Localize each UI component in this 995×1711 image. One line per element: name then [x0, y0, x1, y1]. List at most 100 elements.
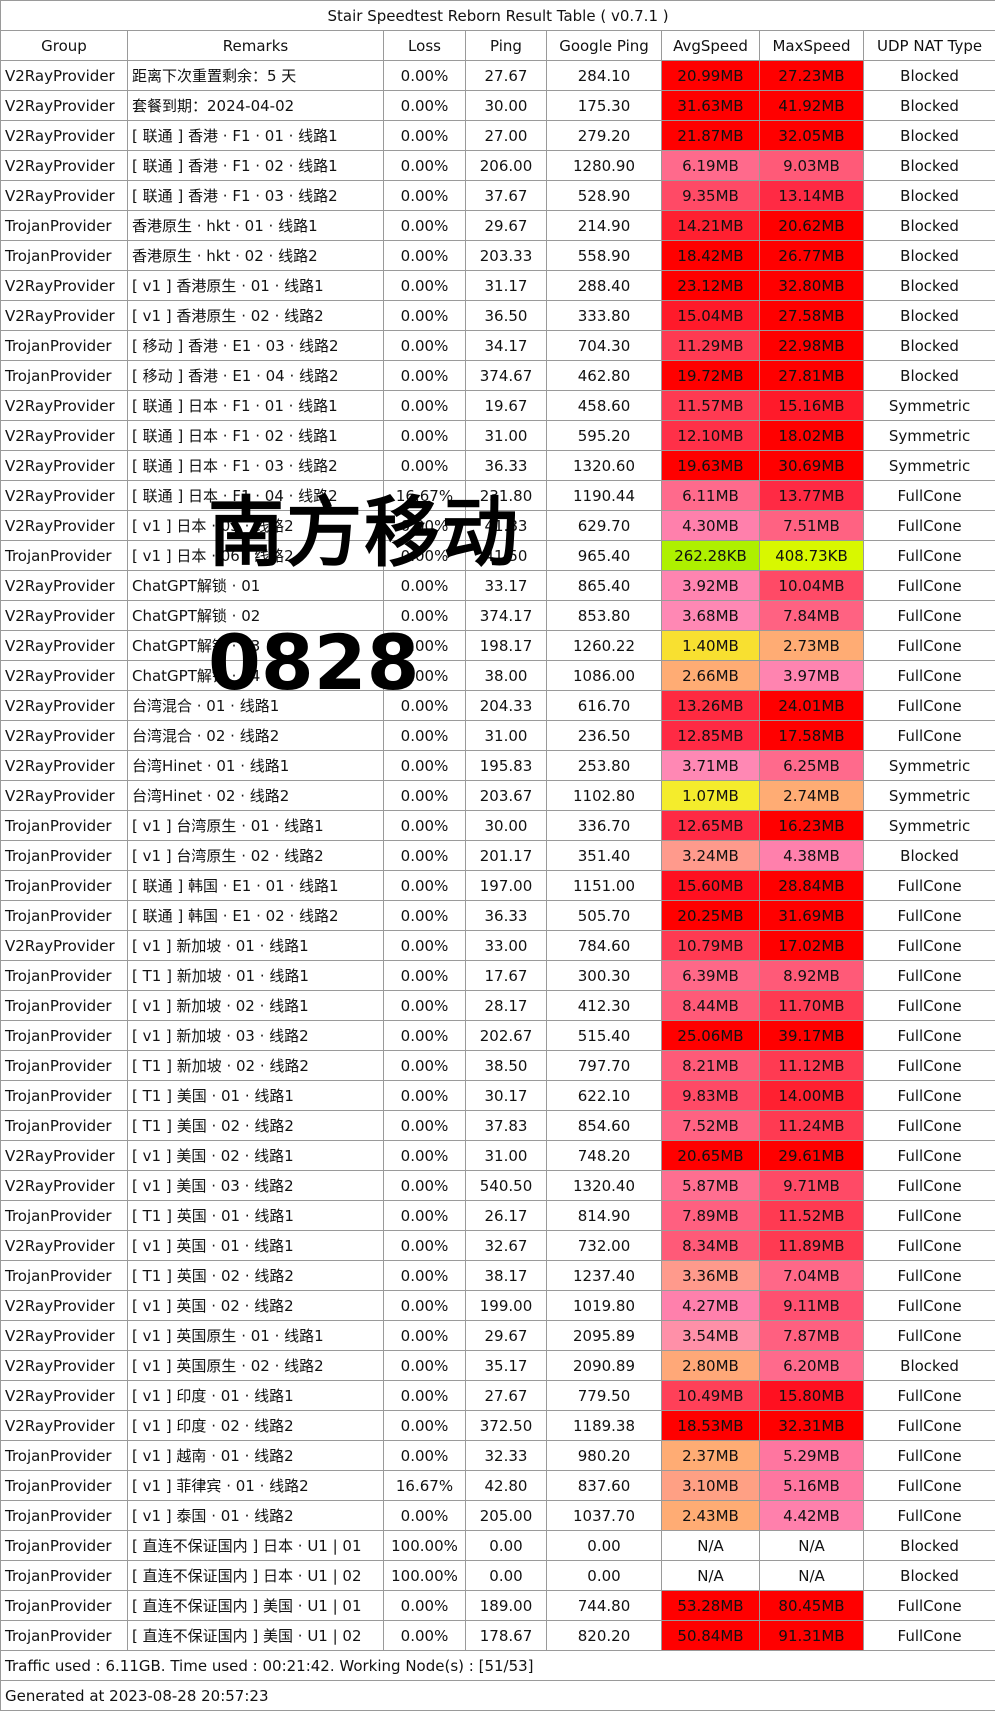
cell-google-ping: 814.90 — [547, 1201, 662, 1231]
cell-google-ping: 412.30 — [547, 991, 662, 1021]
cell-group: V2RayProvider — [1, 391, 128, 421]
cell-max-speed: 13.77MB — [760, 481, 864, 511]
cell-google-ping: 1237.40 — [547, 1261, 662, 1291]
cell-udp-nat: FullCone — [864, 1021, 995, 1051]
cell-max-speed: 18.02MB — [760, 421, 864, 451]
cell-loss: 0.00% — [384, 511, 466, 541]
cell-loss: 0.00% — [384, 691, 466, 721]
cell-group: TrojanProvider — [1, 541, 128, 571]
cell-remarks: [ 直连不保证国内 ] 日本 · U1 | 01 — [128, 1531, 384, 1561]
cell-udp-nat: Blocked — [864, 1531, 995, 1561]
cell-google-ping: 1190.44 — [547, 481, 662, 511]
cell-max-speed: 20.62MB — [760, 211, 864, 241]
cell-loss: 0.00% — [384, 661, 466, 691]
cell-ping: 231.80 — [466, 481, 547, 511]
table-row: V2RayProvider[ v1 ] 英国 · 01 · 线路10.00%32… — [1, 1231, 995, 1261]
cell-avg-speed: 31.63MB — [662, 91, 760, 121]
cell-udp-nat: FullCone — [864, 511, 995, 541]
cell-avg-speed: 5.87MB — [662, 1171, 760, 1201]
cell-ping: 32.33 — [466, 1441, 547, 1471]
table-row: TrojanProvider[ 移动 ] 香港 · E1 · 04 · 线路20… — [1, 361, 995, 391]
cell-group: TrojanProvider — [1, 1051, 128, 1081]
cell-google-ping: 1086.00 — [547, 661, 662, 691]
cell-group: V2RayProvider — [1, 751, 128, 781]
cell-remarks: ChatGPT解锁 · 02 — [128, 601, 384, 631]
cell-ping: 38.17 — [466, 1261, 547, 1291]
cell-udp-nat: Blocked — [864, 1351, 995, 1381]
column-header-udp-nat: UDP NAT Type — [864, 31, 995, 61]
table-row: V2RayProvider[ v1 ] 印度 · 02 · 线路20.00%37… — [1, 1411, 995, 1441]
table-row: V2RayProviderChatGPT解锁 · 020.00%374.1785… — [1, 601, 995, 631]
cell-remarks: [ v1 ] 香港原生 · 02 · 线路2 — [128, 301, 384, 331]
cell-max-speed: 30.69MB — [760, 451, 864, 481]
cell-loss: 0.00% — [384, 331, 466, 361]
cell-udp-nat: FullCone — [864, 1111, 995, 1141]
cell-ping: 33.00 — [466, 931, 547, 961]
cell-loss: 100.00% — [384, 1561, 466, 1591]
cell-avg-speed: 3.24MB — [662, 841, 760, 871]
table-row: TrojanProvider[ 移动 ] 香港 · E1 · 03 · 线路20… — [1, 331, 995, 361]
cell-loss: 0.00% — [384, 1141, 466, 1171]
cell-max-speed: 6.20MB — [760, 1351, 864, 1381]
cell-max-speed: 10.04MB — [760, 571, 864, 601]
cell-udp-nat: FullCone — [864, 1201, 995, 1231]
cell-max-speed: 7.87MB — [760, 1321, 864, 1351]
cell-group: TrojanProvider — [1, 841, 128, 871]
cell-group: TrojanProvider — [1, 1591, 128, 1621]
cell-google-ping: 462.80 — [547, 361, 662, 391]
cell-loss: 0.00% — [384, 1321, 466, 1351]
cell-ping: 540.50 — [466, 1171, 547, 1201]
cell-group: V2RayProvider — [1, 151, 128, 181]
table-row: V2RayProvider[ v1 ] 英国 · 02 · 线路20.00%19… — [1, 1291, 995, 1321]
cell-remarks: [ T1 ] 美国 · 01 · 线路1 — [128, 1081, 384, 1111]
table-row: TrojanProvider[ 直连不保证国内 ] 美国 · U1 | 020.… — [1, 1621, 995, 1651]
cell-max-speed: 28.84MB — [760, 871, 864, 901]
cell-avg-speed: N/A — [662, 1531, 760, 1561]
cell-udp-nat: Symmetric — [864, 451, 995, 481]
table-row: V2RayProvider[ v1 ] 英国原生 · 02 · 线路20.00%… — [1, 1351, 995, 1381]
cell-group: TrojanProvider — [1, 1441, 128, 1471]
cell-avg-speed: 2.66MB — [662, 661, 760, 691]
cell-remarks: [ v1 ] 泰国 · 01 · 线路2 — [128, 1501, 384, 1531]
cell-remarks: [ v1 ] 印度 · 02 · 线路2 — [128, 1411, 384, 1441]
cell-group: TrojanProvider — [1, 1621, 128, 1651]
cell-remarks: [ T1 ] 新加坡 · 01 · 线路1 — [128, 961, 384, 991]
cell-udp-nat: FullCone — [864, 1291, 995, 1321]
cell-google-ping: 1019.80 — [547, 1291, 662, 1321]
cell-avg-speed: 1.07MB — [662, 781, 760, 811]
cell-max-speed: 9.11MB — [760, 1291, 864, 1321]
cell-group: TrojanProvider — [1, 871, 128, 901]
cell-ping: 32.67 — [466, 1231, 547, 1261]
cell-loss: 0.00% — [384, 751, 466, 781]
cell-remarks: 距离下次重置剩余：5 天 — [128, 61, 384, 91]
cell-loss: 0.00% — [384, 961, 466, 991]
cell-udp-nat: FullCone — [864, 571, 995, 601]
table-row: TrojanProvider[ v1 ] 新加坡 · 02 · 线路10.00%… — [1, 991, 995, 1021]
cell-group: TrojanProvider — [1, 241, 128, 271]
cell-loss: 0.00% — [384, 61, 466, 91]
cell-ping: 372.50 — [466, 1411, 547, 1441]
cell-udp-nat: Symmetric — [864, 391, 995, 421]
cell-avg-speed: 2.37MB — [662, 1441, 760, 1471]
table-row: V2RayProvider[ 联通 ] 日本 · F1 · 01 · 线路10.… — [1, 391, 995, 421]
cell-udp-nat: FullCone — [864, 871, 995, 901]
cell-ping: 30.00 — [466, 811, 547, 841]
cell-group: V2RayProvider — [1, 121, 128, 151]
cell-group: TrojanProvider — [1, 811, 128, 841]
cell-ping: 34.17 — [466, 331, 547, 361]
cell-loss: 0.00% — [384, 991, 466, 1021]
cell-loss: 0.00% — [384, 1351, 466, 1381]
cell-udp-nat: Blocked — [864, 301, 995, 331]
cell-udp-nat: FullCone — [864, 721, 995, 751]
column-header-google-ping: Google Ping — [547, 31, 662, 61]
cell-loss: 0.00% — [384, 151, 466, 181]
cell-google-ping: 616.70 — [547, 691, 662, 721]
table-row: TrojanProvider香港原生 · hkt · 01 · 线路10.00%… — [1, 211, 995, 241]
cell-google-ping: 253.80 — [547, 751, 662, 781]
cell-max-speed: 17.02MB — [760, 931, 864, 961]
cell-avg-speed: 12.85MB — [662, 721, 760, 751]
cell-udp-nat: FullCone — [864, 1051, 995, 1081]
table-row: V2RayProvider[ v1 ] 美国 · 02 · 线路10.00%31… — [1, 1141, 995, 1171]
cell-max-speed: 11.52MB — [760, 1201, 864, 1231]
cell-udp-nat: Blocked — [864, 271, 995, 301]
